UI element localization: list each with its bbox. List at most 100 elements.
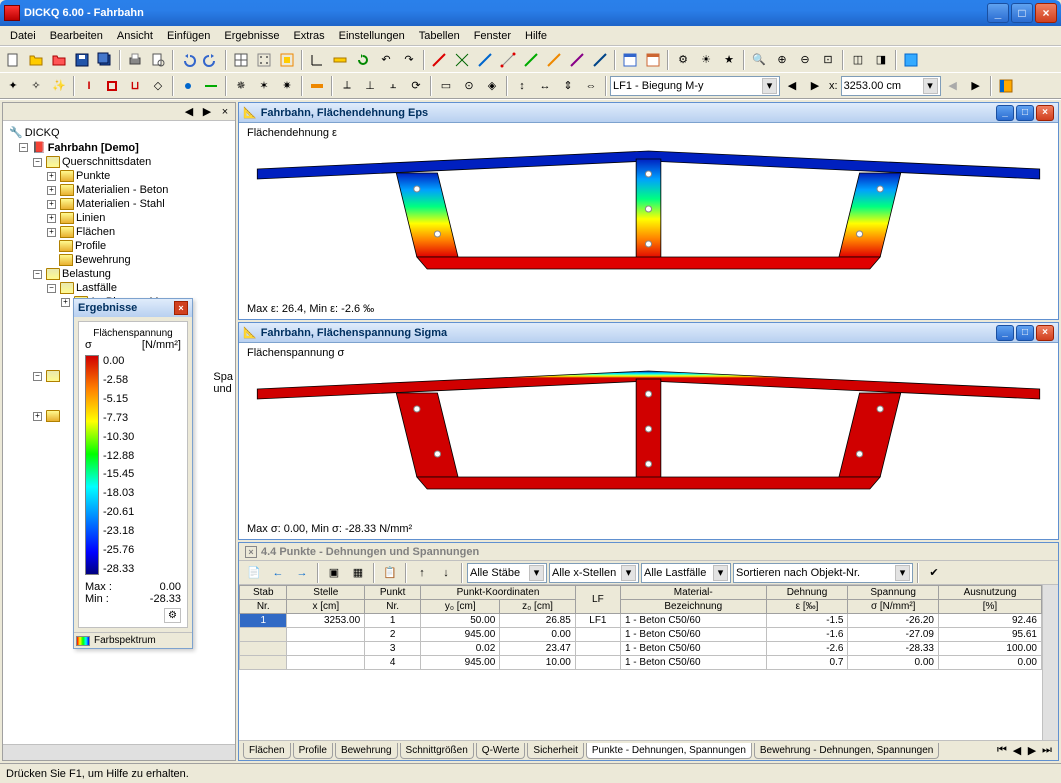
- opt1-icon[interactable]: ⚙: [672, 49, 694, 71]
- line6-icon[interactable]: [566, 49, 588, 71]
- sel-rect-icon[interactable]: ▭: [435, 75, 457, 97]
- zoom-in-icon[interactable]: ⊕: [771, 49, 793, 71]
- tab-punkte-dehn[interactable]: Punkte - Dehnungen, Spannungen: [586, 743, 752, 759]
- table-close-icon[interactable]: ×: [245, 546, 257, 558]
- farbspektrum-button[interactable]: Farbspektrum: [94, 635, 156, 646]
- xtra2-icon[interactable]: ◨: [870, 49, 892, 71]
- tabs-prev-icon[interactable]: ◀: [1010, 744, 1024, 758]
- tree-project[interactable]: Fahrbahn [Demo]: [48, 142, 139, 154]
- undo-icon[interactable]: [177, 49, 199, 71]
- next-icon[interactable]: ▶: [804, 75, 826, 97]
- open-icon[interactable]: [25, 49, 47, 71]
- opt2-icon[interactable]: ☀: [695, 49, 717, 71]
- res2-icon[interactable]: ↔: [534, 75, 556, 97]
- tbl-fwd-icon[interactable]: →: [291, 562, 313, 584]
- save-icon[interactable]: [71, 49, 93, 71]
- prev-icon[interactable]: ◀: [781, 75, 803, 97]
- ergebnisse-close-icon[interactable]: ×: [174, 301, 188, 315]
- zoom-find-icon[interactable]: 🔍: [748, 49, 770, 71]
- tbl-apply-icon[interactable]: ✔: [923, 562, 945, 584]
- star2-icon[interactable]: ✶: [253, 75, 275, 97]
- line5-icon[interactable]: [543, 49, 565, 71]
- x-position-input[interactable]: 3253.00 cm▾: [841, 76, 941, 96]
- tree-punkte[interactable]: Punkte: [76, 170, 110, 182]
- tree-root[interactable]: DICKQ: [25, 127, 60, 139]
- menu-einfuegen[interactable]: Einfügen: [161, 28, 216, 44]
- rotate-l-icon[interactable]: ↶: [375, 49, 397, 71]
- misc3-icon[interactable]: ◇: [147, 75, 169, 97]
- anchor2-icon[interactable]: ⊥: [359, 75, 381, 97]
- combo-lastfaelle[interactable]: Alle Lastfälle▾: [641, 563, 731, 583]
- nav-right-icon[interactable]: ▶: [199, 104, 215, 120]
- wand2-icon[interactable]: ✧: [25, 75, 47, 97]
- panel-icon[interactable]: [995, 75, 1017, 97]
- nav-prev-icon[interactable]: ◀: [942, 75, 964, 97]
- sel-all-icon[interactable]: ◈: [481, 75, 503, 97]
- redo-icon[interactable]: [200, 49, 222, 71]
- tab-bew-dehn[interactable]: Bewehrung - Dehnungen, Spannungen: [754, 743, 939, 759]
- tbl-sort1-icon[interactable]: ↑: [411, 562, 433, 584]
- tab-flaechen[interactable]: Flächen: [243, 743, 291, 759]
- opt3-icon[interactable]: ★: [718, 49, 740, 71]
- wand3-icon[interactable]: ✨: [48, 75, 70, 97]
- plot1-max-icon[interactable]: □: [1016, 105, 1034, 121]
- plot1-close-icon[interactable]: ×: [1036, 105, 1054, 121]
- combo-sort[interactable]: Sortieren nach Objekt-Nr.▾: [733, 563, 913, 583]
- menu-extras[interactable]: Extras: [287, 28, 330, 44]
- ruler-icon[interactable]: [329, 49, 351, 71]
- grid2-icon[interactable]: [253, 49, 275, 71]
- menu-datei[interactable]: Datei: [4, 28, 42, 44]
- tbl-back-icon[interactable]: ←: [267, 562, 289, 584]
- tree-linien[interactable]: Linien: [76, 212, 105, 224]
- tab-qwerte[interactable]: Q-Werte: [476, 743, 526, 759]
- new-icon[interactable]: [2, 49, 24, 71]
- data-table[interactable]: Stab Stelle Punkt Punkt-Koordinaten LF M…: [239, 585, 1042, 670]
- shape-i-icon[interactable]: I: [78, 75, 100, 97]
- res3-icon[interactable]: ⇕: [557, 75, 579, 97]
- plot2-min-icon[interactable]: _: [996, 325, 1014, 341]
- star3-icon[interactable]: ✷: [276, 75, 298, 97]
- line-green-icon[interactable]: [200, 75, 222, 97]
- axis-icon[interactable]: [306, 49, 328, 71]
- line4-icon[interactable]: [520, 49, 542, 71]
- menu-ergebnisse[interactable]: Ergebnisse: [218, 28, 285, 44]
- line2-icon[interactable]: [474, 49, 496, 71]
- zoom-fit-icon[interactable]: ⊡: [817, 49, 839, 71]
- dot-blue-icon[interactable]: [177, 75, 199, 97]
- window2-icon[interactable]: [642, 49, 664, 71]
- rotate-r-icon[interactable]: ↷: [398, 49, 420, 71]
- erg-options-icon[interactable]: ⚙: [164, 608, 181, 623]
- table-vscroll[interactable]: [1042, 585, 1058, 740]
- tab-bewehrung[interactable]: Bewehrung: [335, 743, 398, 759]
- wand1-icon[interactable]: ✦: [2, 75, 24, 97]
- saveall-icon[interactable]: [94, 49, 116, 71]
- tbl-sort2-icon[interactable]: ↓: [435, 562, 457, 584]
- open-red-icon[interactable]: [48, 49, 70, 71]
- grid3-icon[interactable]: [276, 49, 298, 71]
- plot2-max-icon[interactable]: □: [1016, 325, 1034, 341]
- tab-schnitt[interactable]: Schnittgrößen: [400, 743, 474, 759]
- anchor1-icon[interactable]: ⟂: [336, 75, 358, 97]
- star1-icon[interactable]: ✵: [230, 75, 252, 97]
- redo2-icon[interactable]: [352, 49, 374, 71]
- minimize-button[interactable]: _: [987, 3, 1009, 23]
- shape-u-icon[interactable]: ⊔: [124, 75, 146, 97]
- menu-hilfe[interactable]: Hilfe: [519, 28, 553, 44]
- tree-lastfaelle[interactable]: Lastfälle: [76, 282, 117, 294]
- rot-icon[interactable]: ⟳: [405, 75, 427, 97]
- menu-tabellen[interactable]: Tabellen: [413, 28, 466, 44]
- tab-profile[interactable]: Profile: [293, 743, 333, 759]
- window1-icon[interactable]: [619, 49, 641, 71]
- zoom-out-icon[interactable]: ⊖: [794, 49, 816, 71]
- menu-einstellungen[interactable]: Einstellungen: [333, 28, 411, 44]
- tbl-filter1-icon[interactable]: ▣: [323, 562, 345, 584]
- loadcase-combo[interactable]: LF1 - Biegung M-y▾: [610, 76, 780, 96]
- tbl-copy-icon[interactable]: 📋: [379, 562, 401, 584]
- tbl-new-icon[interactable]: 📄: [243, 562, 265, 584]
- combo-staebe[interactable]: Alle Stäbe▾: [467, 563, 547, 583]
- tree-profile[interactable]: Profile: [75, 240, 106, 252]
- tree-flaechen[interactable]: Flächen: [76, 226, 115, 238]
- print-icon[interactable]: [124, 49, 146, 71]
- plot1-min-icon[interactable]: _: [996, 105, 1014, 121]
- nav-left-icon[interactable]: ◀: [181, 104, 197, 120]
